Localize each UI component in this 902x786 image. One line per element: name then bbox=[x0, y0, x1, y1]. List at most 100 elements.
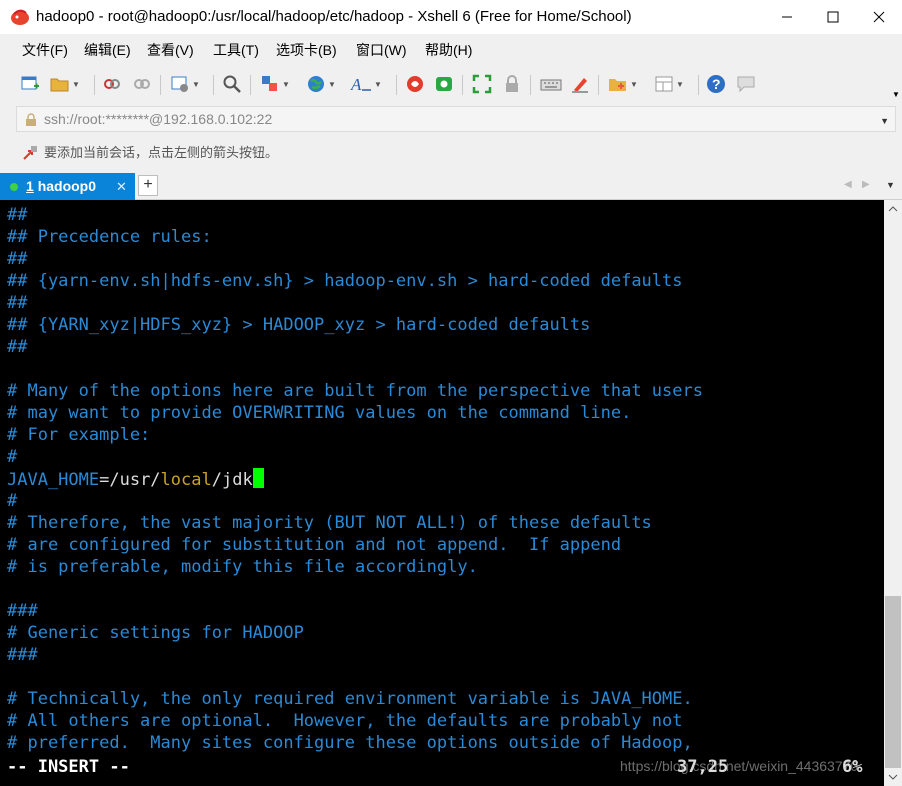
chat-button[interactable] bbox=[736, 73, 756, 95]
scroll-up-button[interactable] bbox=[884, 200, 902, 218]
terminal-screen[interactable]: # preferred. Many sites configure these … bbox=[0, 200, 884, 786]
minimize-button[interactable] bbox=[764, 0, 810, 34]
new-session-button[interactable] bbox=[20, 73, 40, 95]
terminal-text: ## Precedence rules: bbox=[7, 227, 212, 247]
address-bar: ssh://root:********@192.168.0.102:22 ▼ bbox=[0, 102, 902, 136]
scrollbar-thumb[interactable] bbox=[885, 596, 901, 768]
new-tab-button[interactable]: + bbox=[138, 175, 158, 196]
vertical-scrollbar[interactable] bbox=[884, 200, 902, 786]
address-dropdown-icon[interactable]: ▼ bbox=[880, 116, 889, 126]
disconnect-icon bbox=[104, 79, 120, 89]
maximize-icon bbox=[827, 11, 839, 23]
transfer-icon bbox=[262, 76, 277, 91]
tab-name: hadoop0 bbox=[37, 178, 97, 194]
address-text: ssh://root:********@192.168.0.102:22 bbox=[44, 111, 273, 127]
menu-tabs[interactable]: 选项卡(B) bbox=[270, 34, 343, 66]
menu-help[interactable]: 帮助(H) bbox=[419, 34, 478, 66]
terminal-text: /jdk bbox=[211, 470, 253, 490]
font-button[interactable]: A ▼ bbox=[350, 73, 382, 95]
terminal-text: ### bbox=[7, 645, 38, 665]
terminal-line: # is preferable, modify this file accord… bbox=[7, 556, 478, 578]
title-bar: hadoop0 - root@hadoop0:/usr/local/hadoop… bbox=[0, 0, 902, 34]
window-title: hadoop0 - root@hadoop0:/usr/local/hadoop… bbox=[36, 8, 632, 25]
open-button[interactable]: ▼ bbox=[50, 73, 80, 95]
open-folder-icon bbox=[50, 78, 69, 92]
terminal-line: ## bbox=[7, 204, 27, 226]
hint-bar: 要添加当前会话，点击左侧的箭头按钮。 bbox=[0, 136, 902, 170]
xmanager-button[interactable] bbox=[434, 73, 454, 95]
tab-close-icon[interactable]: ✕ bbox=[116, 173, 127, 200]
terminal-text: # are configured for substitution and no… bbox=[7, 535, 622, 555]
transfer-button[interactable]: ▼ bbox=[260, 73, 290, 95]
reconnect-icon bbox=[134, 79, 150, 89]
layout-button[interactable]: ▼ bbox=[654, 73, 684, 95]
tab-hadoop0[interactable]: 1 hadoop0 ✕ bbox=[0, 173, 135, 200]
terminal-text: ## bbox=[7, 293, 28, 313]
xmanager-icon bbox=[436, 77, 452, 91]
tab-bar: 1 hadoop0 ✕ + ◀ ▶ ▼ bbox=[0, 170, 902, 200]
terminal-text: # preferred. Many sites configure these … bbox=[7, 733, 693, 753]
terminal-line: # preferred. Many sites configure these … bbox=[7, 732, 693, 754]
lock-icon bbox=[506, 75, 518, 92]
keyboard-button[interactable] bbox=[540, 73, 562, 95]
bookmark-arrow-icon[interactable] bbox=[22, 145, 38, 161]
compose-button[interactable]: ▼ bbox=[608, 73, 638, 95]
cursor-position: 37,25 bbox=[677, 757, 729, 777]
new-session-icon bbox=[21, 76, 39, 90]
chevron-down-icon bbox=[888, 774, 898, 780]
globe-dropdown-icon: ▼ bbox=[328, 79, 336, 89]
toolbar: ▼ ▼ ▼ ▼ A ▼ ▼ ▼ ? ▼ bbox=[0, 66, 902, 102]
terminal-line: # For example: bbox=[7, 424, 150, 446]
terminal-line: ## bbox=[7, 248, 27, 270]
tab-scroll-right-icon[interactable]: ▶ bbox=[862, 170, 870, 200]
highlight-button[interactable] bbox=[570, 73, 590, 95]
tab-list-dropdown-icon[interactable]: ▼ bbox=[886, 170, 895, 200]
menu-window[interactable]: 窗口(W) bbox=[350, 34, 413, 66]
terminal-line: # Generic settings for HADOOP bbox=[7, 622, 304, 644]
watermark: https://blog.csdn.net/weixin_44363770 bbox=[620, 758, 859, 774]
disconnect-button[interactable] bbox=[102, 73, 122, 95]
terminal-line: # Technically, the only required environ… bbox=[7, 688, 693, 710]
hint-text: 要添加当前会话，点击左侧的箭头按钮。 bbox=[44, 145, 279, 160]
menu-edit[interactable]: 编辑(E) bbox=[78, 34, 137, 66]
font-dropdown-icon: ▼ bbox=[374, 79, 382, 89]
terminal-line: # bbox=[7, 490, 17, 512]
close-button[interactable] bbox=[856, 0, 902, 34]
menu-view[interactable]: 查看(V) bbox=[141, 34, 200, 66]
terminal-line: ## bbox=[7, 336, 27, 358]
compose-dropdown-icon: ▼ bbox=[630, 79, 638, 89]
layout-icon bbox=[655, 76, 673, 92]
minimize-icon bbox=[782, 16, 792, 18]
transfer-dropdown-icon: ▼ bbox=[282, 79, 290, 89]
find-button[interactable] bbox=[222, 73, 242, 95]
menu-bar: 文件(F) 编辑(E) 查看(V) 工具(T) 选项卡(B) 窗口(W) 帮助(… bbox=[0, 34, 902, 66]
terminal-line: ## {yarn-env.sh|hdfs-env.sh} > hadoop-en… bbox=[7, 270, 683, 292]
chat-icon bbox=[737, 76, 755, 93]
terminal-line: ## Precedence rules: bbox=[7, 226, 212, 248]
terminal-text: ### bbox=[7, 601, 38, 621]
xftp-button[interactable] bbox=[405, 73, 425, 95]
tab-number: 1 bbox=[26, 178, 34, 194]
fullscreen-button[interactable] bbox=[472, 73, 492, 95]
menu-tools[interactable]: 工具(T) bbox=[207, 34, 265, 66]
scroll-down-button[interactable] bbox=[884, 768, 902, 786]
svg-text:A: A bbox=[350, 75, 362, 94]
overflow-dropdown-icon: ▼ bbox=[892, 89, 900, 99]
lock-button[interactable] bbox=[502, 73, 522, 95]
maximize-button[interactable] bbox=[810, 0, 856, 34]
terminal-line: # All others are optional. However, the … bbox=[7, 710, 683, 732]
tab-scroll-left-icon[interactable]: ◀ bbox=[844, 170, 852, 200]
terminal-text: # Technically, the only required environ… bbox=[7, 689, 693, 709]
address-field[interactable]: ssh://root:********@192.168.0.102:22 ▼ bbox=[16, 106, 896, 132]
terminal-line: # bbox=[7, 446, 17, 468]
properties-button[interactable]: ▼ bbox=[170, 73, 200, 95]
fullscreen-icon bbox=[472, 74, 492, 94]
reconnect-button[interactable] bbox=[132, 73, 152, 95]
globe-button[interactable]: ▼ bbox=[306, 73, 336, 95]
help-button[interactable]: ? bbox=[706, 73, 726, 95]
keyboard-icon bbox=[540, 79, 562, 91]
open-dropdown-icon: ▼ bbox=[72, 79, 80, 89]
menu-file[interactable]: 文件(F) bbox=[16, 34, 74, 66]
lock-small-icon bbox=[26, 113, 36, 126]
terminal-text: # is preferable, modify this file accord… bbox=[7, 557, 478, 577]
